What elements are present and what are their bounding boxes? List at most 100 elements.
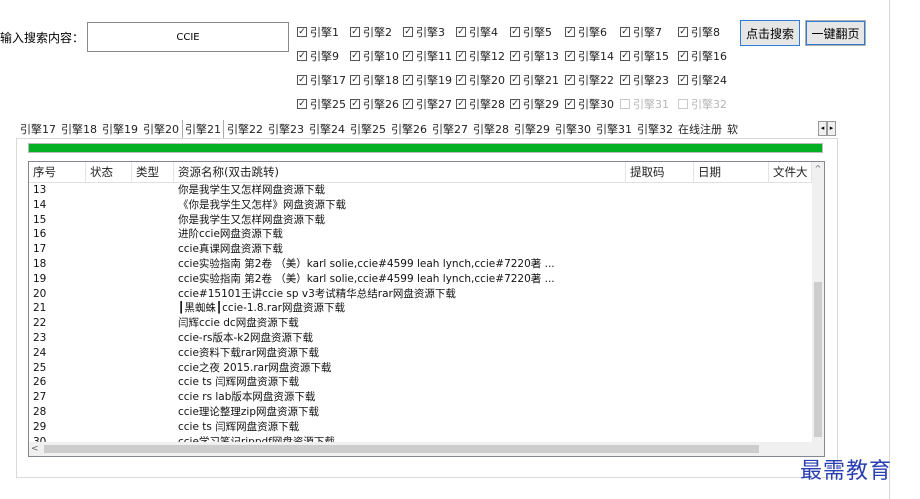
tab-4[interactable]: 引擎20 xyxy=(141,120,181,139)
engine-checkbox-18[interactable]: ✓ 引擎18 xyxy=(350,72,399,88)
checkbox-checked-icon[interactable]: ✓ xyxy=(456,99,466,109)
engine-checkbox-30[interactable]: ✓ 引擎30 xyxy=(565,96,614,112)
table-row[interactable]: 17 ccie真课网盘资源下载 xyxy=(29,242,812,257)
checkbox-checked-icon[interactable]: ✓ xyxy=(620,27,630,37)
column-header[interactable]: 序号 xyxy=(29,162,86,183)
tab-15[interactable]: 引擎31 xyxy=(594,120,634,139)
engine-checkbox-4[interactable]: ✓ 引擎4 xyxy=(456,24,498,40)
tab-1[interactable]: 引擎17 xyxy=(18,120,58,139)
column-header[interactable]: 资源名称(双击跳转) xyxy=(174,162,626,183)
table-row[interactable]: 14 《你是我学生又怎样》网盘资源下载 xyxy=(29,198,812,213)
table-row[interactable]: 23 ccie-rs版本-k2网盘资源下载 xyxy=(29,331,812,346)
tab-16[interactable]: 引擎32 xyxy=(635,120,675,139)
engine-checkbox-15[interactable]: ✓ 引擎15 xyxy=(620,48,669,64)
checkbox-checked-icon[interactable]: ✓ xyxy=(510,99,520,109)
engine-checkbox-3[interactable]: ✓ 引擎3 xyxy=(403,24,445,40)
checkbox-checked-icon[interactable]: ✓ xyxy=(678,27,688,37)
tab-11[interactable]: 引擎27 xyxy=(430,120,470,139)
tab-6[interactable]: 引擎22 xyxy=(225,120,265,139)
checkbox-checked-icon[interactable]: ✓ xyxy=(456,27,466,37)
horizontal-scroll-thumb[interactable] xyxy=(44,445,759,453)
table-row[interactable]: 15 你是我学生又怎样网盘资源下载 xyxy=(29,213,812,228)
column-header[interactable]: 提取码 xyxy=(626,162,694,183)
checkbox-checked-icon[interactable]: ✓ xyxy=(350,27,360,37)
engine-checkbox-6[interactable]: ✓ 引擎6 xyxy=(565,24,607,40)
tab-3[interactable]: 引擎19 xyxy=(100,120,140,139)
column-header[interactable]: 文件大 xyxy=(769,162,812,183)
table-row[interactable]: 26 ccie ts 闫辉网盘资源下载 xyxy=(29,375,812,390)
engine-checkbox-14[interactable]: ✓ 引擎14 xyxy=(565,48,614,64)
column-header[interactable]: 类型 xyxy=(132,162,174,183)
engine-checkbox-19[interactable]: ✓ 引擎19 xyxy=(403,72,452,88)
engine-checkbox-29[interactable]: ✓ 引擎29 xyxy=(510,96,559,112)
horizontal-scrollbar[interactable]: < xyxy=(29,442,812,456)
scroll-up-icon[interactable]: ^ xyxy=(812,164,824,176)
vertical-scrollbar[interactable]: ^ xyxy=(812,162,824,442)
engine-checkbox-20[interactable]: ✓ 引擎20 xyxy=(456,72,505,88)
checkbox-checked-icon[interactable]: ✓ xyxy=(510,27,520,37)
tab-2[interactable]: 引擎18 xyxy=(59,120,99,139)
table-row[interactable]: 18 ccie实验指南 第2卷 （美）karl solie,ccie#4599 l… xyxy=(29,257,812,272)
checkbox-checked-icon[interactable]: ✓ xyxy=(620,51,630,61)
checkbox-checked-icon[interactable]: ✓ xyxy=(403,75,413,85)
engine-checkbox-17[interactable]: ✓ 引擎17 xyxy=(297,72,346,88)
table-row[interactable]: 13 你是我学生又怎样网盘资源下载 xyxy=(29,183,812,198)
table-row[interactable]: 19 ccie实验指南 第2卷 （美）karl solie,ccie#4599 l… xyxy=(29,272,812,287)
checkbox-checked-icon[interactable]: ✓ xyxy=(510,51,520,61)
engine-checkbox-28[interactable]: ✓ 引擎28 xyxy=(456,96,505,112)
table-row[interactable]: 25 ccie之夜 2015.rar网盘资源下载 xyxy=(29,361,812,376)
search-button[interactable]: 点击搜索 xyxy=(740,20,800,46)
engine-checkbox-11[interactable]: ✓ 引擎11 xyxy=(403,48,452,64)
checkbox-checked-icon[interactable]: ✓ xyxy=(678,51,688,61)
engine-checkbox-7[interactable]: ✓ 引擎7 xyxy=(620,24,662,40)
engine-checkbox-26[interactable]: ✓ 引擎26 xyxy=(350,96,399,112)
checkbox-checked-icon[interactable]: ✓ xyxy=(403,27,413,37)
table-row[interactable]: 20 ccie#15101王讲ccie sp v3考试精华总结rar网盘资源下载 xyxy=(29,287,812,302)
checkbox-checked-icon[interactable]: ✓ xyxy=(510,75,520,85)
tab-17[interactable]: 在线注册 xyxy=(676,120,724,139)
engine-checkbox-31[interactable]: ✓引擎31 xyxy=(620,96,669,112)
table-row[interactable]: 16 进阶ccie网盘资源下载 xyxy=(29,227,812,242)
checkbox-checked-icon[interactable]: ✓ xyxy=(565,75,575,85)
tab-7[interactable]: 引擎23 xyxy=(266,120,306,139)
one-key-page-button[interactable]: 一键翻页 xyxy=(805,20,866,46)
table-row[interactable]: 22 闫辉ccie dc网盘资源下载 xyxy=(29,316,812,331)
checkbox-checked-icon[interactable]: ✓ xyxy=(297,27,307,37)
checkbox-checked-icon[interactable]: ✓ xyxy=(456,75,466,85)
engine-checkbox-2[interactable]: ✓ 引擎2 xyxy=(350,24,392,40)
checkbox-checked-icon[interactable]: ✓ xyxy=(620,75,630,85)
checkbox-checked-icon[interactable]: ✓ xyxy=(297,99,307,109)
tab-5[interactable]: 引擎21 xyxy=(182,120,224,139)
checkbox-checked-icon[interactable]: ✓ xyxy=(678,75,688,85)
table-row[interactable]: 29 ccie ts 闫辉网盘资源下载 xyxy=(29,420,812,435)
checkbox-checked-icon[interactable]: ✓ xyxy=(350,51,360,61)
engine-checkbox-12[interactable]: ✓ 引擎12 xyxy=(456,48,505,64)
column-header[interactable]: 状态 xyxy=(86,162,132,183)
engine-checkbox-25[interactable]: ✓ 引擎25 xyxy=(297,96,346,112)
column-header[interactable]: 日期 xyxy=(694,162,769,183)
engine-checkbox-10[interactable]: ✓ 引擎10 xyxy=(350,48,399,64)
checkbox-checked-icon[interactable]: ✓ xyxy=(565,51,575,61)
engine-checkbox-8[interactable]: ✓ 引擎8 xyxy=(678,24,720,40)
engine-checkbox-32[interactable]: ✓引擎32 xyxy=(678,96,727,112)
tab-10[interactable]: 引擎26 xyxy=(389,120,429,139)
checkbox-checked-icon[interactable]: ✓ xyxy=(403,99,413,109)
engine-checkbox-24[interactable]: ✓ 引擎24 xyxy=(678,72,727,88)
engine-checkbox-23[interactable]: ✓ 引擎23 xyxy=(620,72,669,88)
scroll-left-icon[interactable]: < xyxy=(31,442,43,456)
table-row[interactable]: 21 ┃黑蜘蛛┃ccie-1.8.rar网盘资源下载 xyxy=(29,301,812,316)
table-row[interactable]: 24 ccie资料下载rar网盘资源下载 xyxy=(29,346,812,361)
engine-checkbox-16[interactable]: ✓ 引擎16 xyxy=(678,48,727,64)
vertical-scroll-thumb[interactable] xyxy=(814,282,822,437)
engine-checkbox-27[interactable]: ✓ 引擎27 xyxy=(403,96,452,112)
checkbox-checked-icon[interactable]: ✓ xyxy=(297,75,307,85)
tab-8[interactable]: 引擎24 xyxy=(307,120,347,139)
checkbox-checked-icon[interactable]: ✓ xyxy=(350,75,360,85)
checkbox-checked-icon[interactable]: ✓ xyxy=(350,99,360,109)
tab-scroll-right-button[interactable]: ▸ xyxy=(827,121,836,136)
tab-18[interactable]: 软 xyxy=(725,120,740,139)
table-row[interactable]: 28 ccie理论整理zip网盘资源下载 xyxy=(29,405,812,420)
tab-9[interactable]: 引擎25 xyxy=(348,120,388,139)
engine-checkbox-22[interactable]: ✓ 引擎22 xyxy=(565,72,614,88)
engine-checkbox-1[interactable]: ✓ 引擎1 xyxy=(297,24,339,40)
